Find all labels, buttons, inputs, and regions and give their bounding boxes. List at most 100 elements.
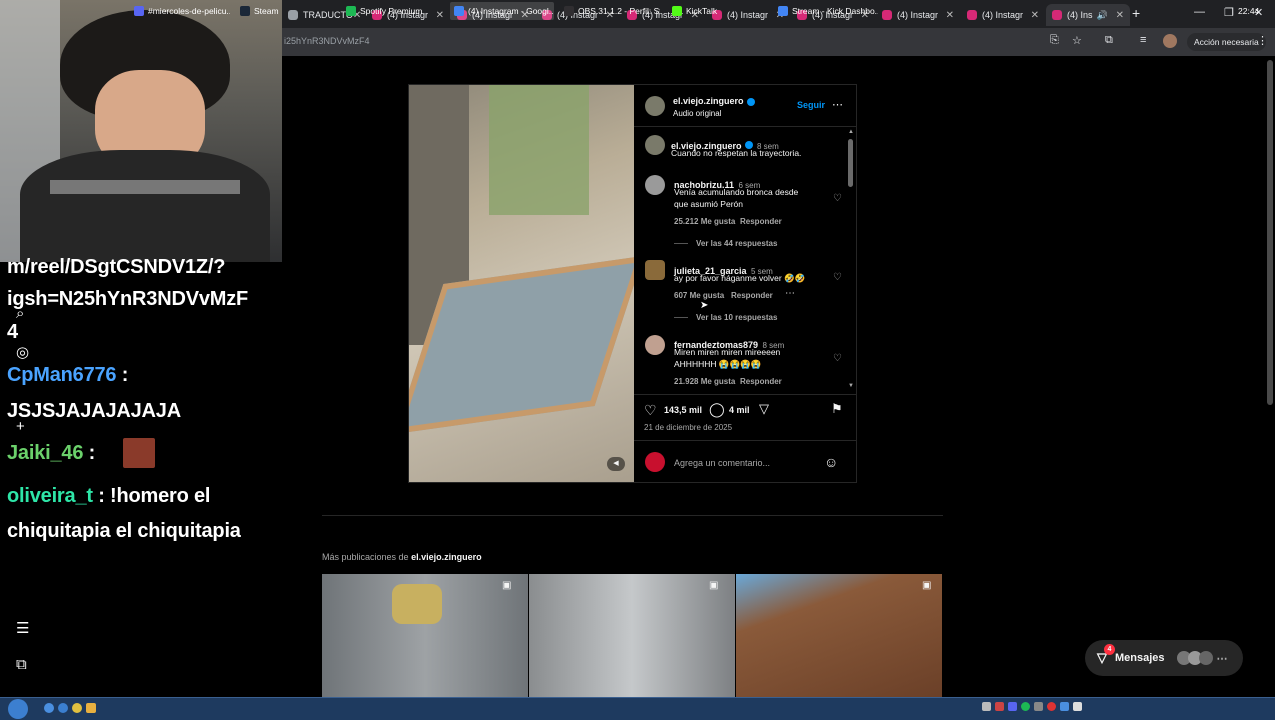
comments-scrollbar[interactable]: ▲ ▼ bbox=[848, 129, 854, 391]
taskbar-item[interactable]: Stream - Kick Dashbo... bbox=[774, 2, 878, 20]
tray-icon[interactable] bbox=[995, 702, 1004, 711]
like-comment-icon[interactable]: ♡ bbox=[833, 272, 842, 283]
comment-count: 4 mil bbox=[729, 405, 750, 415]
network-icon[interactable] bbox=[1060, 702, 1069, 711]
more-icon: ⋯ bbox=[1216, 652, 1228, 665]
minimize-icon[interactable]: — bbox=[1194, 6, 1205, 18]
comment-icon[interactable]: ◯ bbox=[709, 401, 725, 418]
reel-video[interactable]: ◀ bbox=[409, 85, 634, 482]
messages-button[interactable]: ▽ 4 Mensajes ⋯ bbox=[1085, 640, 1243, 676]
restore-icon[interactable]: ❐ bbox=[1224, 6, 1234, 19]
comment-likes[interactable]: 25.212 Me gusta bbox=[674, 217, 735, 226]
taskbar-item[interactable]: Spotify Premium bbox=[342, 2, 442, 20]
edge-icon[interactable] bbox=[58, 703, 68, 713]
menu-icon[interactable]: ☰ bbox=[16, 619, 29, 637]
avatar[interactable] bbox=[645, 175, 665, 195]
ie-icon[interactable] bbox=[44, 703, 54, 713]
avatar[interactable] bbox=[645, 96, 665, 116]
browser-tab[interactable]: (4) Instagr✕ bbox=[961, 4, 1045, 26]
avatar[interactable] bbox=[645, 335, 665, 355]
close-icon[interactable]: ✕ bbox=[1031, 10, 1039, 21]
extensions-icon[interactable]: ⧉ bbox=[1105, 34, 1113, 47]
post-author[interactable]: el.viejo.zinguero bbox=[673, 96, 755, 106]
chat-username: CpMan6776 bbox=[7, 364, 117, 386]
share-icon[interactable]: ▽ bbox=[759, 401, 769, 417]
start-button[interactable] bbox=[8, 699, 28, 719]
taskbar-item-active[interactable]: (4) Instagram - Googl... bbox=[450, 2, 554, 20]
comment-likes[interactable]: 21.928 Me gusta bbox=[674, 377, 735, 386]
comment-options-icon[interactable]: ⋯ bbox=[785, 288, 795, 299]
chat-username: Jaiki_46 bbox=[7, 442, 84, 464]
explore-icon[interactable]: ◎ bbox=[16, 343, 29, 361]
tray-icon[interactable] bbox=[982, 702, 991, 711]
new-tab-button[interactable]: + bbox=[1132, 5, 1140, 21]
close-icon[interactable]: ✕ bbox=[1116, 10, 1124, 21]
folder-icon[interactable] bbox=[86, 703, 96, 713]
taskbar-item[interactable]: KickTalk bbox=[668, 2, 768, 20]
browser-tab[interactable]: (4) Instagr✕ bbox=[876, 4, 960, 26]
profile-avatar[interactable] bbox=[1163, 34, 1177, 48]
like-comment-icon[interactable]: ♡ bbox=[833, 193, 842, 204]
page-scrollbar[interactable] bbox=[1267, 60, 1273, 405]
spotify-icon bbox=[346, 6, 356, 16]
audio-label[interactable]: Audio original bbox=[673, 109, 721, 118]
search-icon[interactable]: ⌕ bbox=[16, 305, 24, 322]
taskbar-item[interactable]: OBS 31.1.2 - Perfil: St... bbox=[560, 2, 660, 20]
mute-icon[interactable]: ◀ bbox=[607, 457, 625, 471]
like-count[interactable]: 143,5 mil bbox=[664, 405, 702, 415]
more-options-icon[interactable]: ⋯ bbox=[832, 98, 843, 111]
reply-button[interactable]: Responder bbox=[740, 377, 782, 386]
taskbar-item[interactable]: #miercoles-de-pelicu... bbox=[130, 2, 230, 20]
create-icon[interactable]: + bbox=[16, 418, 25, 435]
kebab-menu-icon[interactable]: ⋮ bbox=[1257, 34, 1268, 47]
kicktalk-icon bbox=[672, 6, 682, 16]
instagram-icon bbox=[967, 10, 977, 20]
action-needed-button[interactable]: Acción necesaria bbox=[1187, 33, 1266, 51]
avatar[interactable] bbox=[645, 135, 665, 155]
audio-icon[interactable]: 🔊 bbox=[1097, 10, 1108, 21]
post-thumbnail[interactable]: ▣ bbox=[529, 574, 735, 697]
tray-icon[interactable] bbox=[1034, 702, 1043, 711]
post-side-panel: el.viejo.zinguero Audio original Seguir … bbox=[634, 85, 856, 482]
browser-tab-active[interactable]: (4) Ins 🔊 ✕ bbox=[1046, 4, 1130, 26]
obs-icon bbox=[564, 6, 574, 16]
reply-button[interactable]: Responder bbox=[731, 291, 773, 300]
scroll-up-icon[interactable]: ▲ bbox=[848, 129, 854, 135]
chat-line: CpMan6776 : bbox=[7, 364, 129, 386]
chrome-icon bbox=[778, 6, 788, 16]
volume-icon[interactable] bbox=[1073, 702, 1082, 711]
post-thumbnail[interactable]: ▣ bbox=[322, 574, 528, 697]
follow-button[interactable]: Seguir bbox=[797, 100, 825, 110]
window-light bbox=[489, 85, 589, 215]
post-thumbnail[interactable]: ▣ bbox=[736, 574, 942, 697]
comment-input[interactable]: Agrega un comentario... bbox=[674, 458, 770, 468]
tray-icon[interactable] bbox=[1047, 702, 1056, 711]
like-comment-icon[interactable]: ♡ bbox=[833, 353, 842, 364]
install-app-icon[interactable]: ⎘ bbox=[1050, 34, 1059, 47]
scroll-down-icon[interactable]: ▼ bbox=[848, 383, 854, 389]
quick-launch bbox=[44, 703, 124, 715]
avatar[interactable] bbox=[645, 260, 665, 280]
taskbar-clock[interactable]: 22:44 bbox=[1238, 6, 1259, 16]
view-replies-button[interactable]: Ver las 44 respuestas bbox=[696, 239, 777, 248]
tray-icon[interactable] bbox=[1008, 702, 1017, 711]
divider bbox=[634, 440, 856, 441]
avatar bbox=[645, 452, 665, 472]
save-icon[interactable]: ⚑ bbox=[831, 401, 843, 417]
emoji-icon[interactable]: ☺ bbox=[824, 454, 838, 470]
taskbar-item[interactable]: Steam bbox=[236, 2, 336, 20]
scroll-thumb[interactable] bbox=[848, 139, 853, 187]
system-tray bbox=[982, 702, 1232, 714]
view-replies-button[interactable]: Ver las 10 respuestas bbox=[696, 313, 777, 322]
like-icon[interactable]: ♡ bbox=[644, 402, 657, 419]
comment-likes[interactable]: 607 Me gusta bbox=[674, 291, 724, 300]
media-control-icon[interactable]: ≡ bbox=[1140, 34, 1146, 46]
url-field[interactable]: i25hYnR3NDVvMzF4 bbox=[284, 36, 370, 46]
reply-button[interactable]: Responder bbox=[740, 217, 782, 226]
bookmark-star-icon[interactable]: ☆ bbox=[1072, 34, 1082, 47]
tray-icon[interactable] bbox=[1021, 702, 1030, 711]
thumbnail-object bbox=[392, 584, 442, 624]
close-icon[interactable]: ✕ bbox=[946, 10, 954, 21]
chrome-icon[interactable] bbox=[72, 703, 82, 713]
also-from-meta-icon[interactable]: ⧉ bbox=[16, 656, 27, 673]
